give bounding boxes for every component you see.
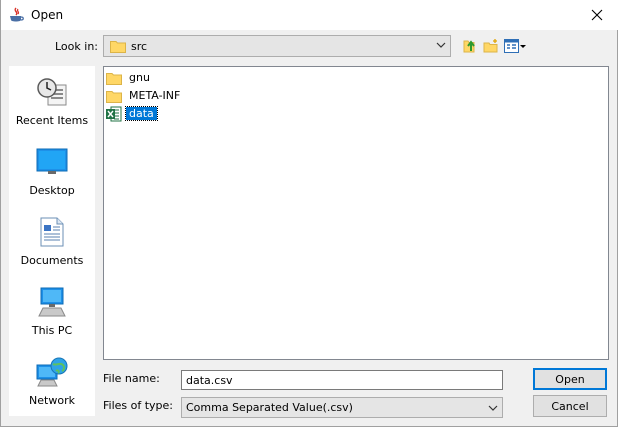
place-this-pc[interactable]: This PC [9, 278, 95, 344]
folder-icon [106, 72, 122, 85]
folder-icon [106, 90, 122, 103]
up-one-level-button[interactable] [460, 36, 480, 56]
close-button[interactable] [575, 0, 618, 30]
cancel-button[interactable]: Cancel [533, 395, 607, 417]
file-name: data [125, 106, 158, 121]
window-title: Open [31, 8, 64, 22]
excel-csv-icon [106, 106, 122, 121]
chevron-down-icon [488, 405, 498, 411]
open-button-label: Open [555, 372, 585, 386]
new-folder-icon [483, 39, 498, 53]
place-recent-items[interactable]: Recent Items [9, 68, 95, 134]
look-in-combo[interactable]: src [103, 35, 451, 57]
file-name: gnu [129, 71, 150, 84]
file-list[interactable]: gnu META-INF data [103, 66, 609, 360]
file-name: META-INF [129, 89, 181, 102]
list-item[interactable]: META-INF [106, 87, 183, 104]
list-item-selected[interactable]: data [106, 105, 158, 122]
file-type-label: Files of type: [103, 399, 174, 412]
desktop-icon [36, 148, 68, 174]
place-label: This PC [31, 324, 73, 337]
file-name-label: File name: [103, 372, 160, 385]
place-network[interactable]: Network [9, 348, 95, 414]
close-icon [591, 9, 603, 21]
look-in-value: src [131, 39, 148, 53]
place-documents[interactable]: Documents [9, 208, 95, 274]
open-dialog: Open Look in: src Recent Items Desktop D… [0, 0, 618, 427]
place-label: Network [29, 394, 75, 407]
list-item[interactable]: gnu [106, 69, 153, 86]
place-label: Recent Items [15, 114, 89, 127]
documents-icon [40, 217, 64, 247]
open-button[interactable]: Open [533, 368, 607, 390]
folder-icon [110, 41, 126, 53]
cancel-button-label: Cancel [551, 399, 589, 413]
view-menu-icon [504, 39, 526, 53]
network-icon [36, 357, 68, 387]
chevron-down-icon [436, 42, 446, 48]
this-pc-icon [38, 287, 66, 317]
file-name-input[interactable] [181, 370, 503, 390]
place-desktop[interactable]: Desktop [9, 138, 95, 204]
place-label: Documents [20, 254, 84, 267]
file-type-combo[interactable]: Comma Separated Value(.csv) [181, 397, 503, 418]
view-menu-button[interactable] [503, 36, 527, 56]
places-bar: Recent Items Desktop Documents This PC N… [9, 66, 95, 416]
up-one-level-icon [463, 40, 475, 53]
look-in-label: Look in: [55, 40, 98, 53]
title-bar: Open [1, 0, 618, 30]
file-type-value: Comma Separated Value(.csv) [186, 401, 353, 414]
place-label: Desktop [29, 184, 75, 197]
recent-items-icon [37, 78, 67, 106]
new-folder-button[interactable] [481, 36, 501, 56]
java-app-icon [10, 7, 24, 22]
